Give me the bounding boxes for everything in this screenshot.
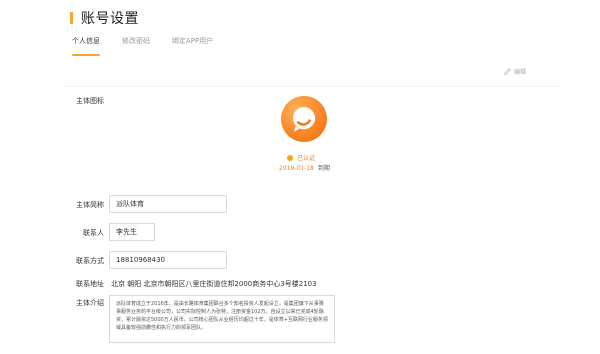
contact-field[interactable]: 李先生: [109, 223, 155, 241]
chat-bubble-logo-icon: [292, 107, 316, 132]
contact-label: 联系人: [83, 229, 104, 237]
phone-field[interactable]: 18810968430: [109, 251, 227, 269]
address-value: 北京 朝阳 北京市朝阳区八里庄街道住邦2000商务中心3号楼2103: [111, 280, 317, 288]
name-label: 主体简称: [76, 201, 104, 209]
avatar-label: 主体图标: [76, 97, 104, 105]
certification-expiry: 2019-01-18 到期: [279, 163, 330, 172]
intro-label: 主体介绍: [76, 299, 104, 307]
page-header: 账号设置: [70, 8, 139, 28]
brand-avatar: [281, 96, 327, 142]
pencil-icon: [504, 68, 511, 75]
tab-profile[interactable]: 个人信息: [72, 36, 100, 56]
tab-change-password[interactable]: 修改密码: [122, 36, 150, 56]
intro-textarea[interactable]: 派队体育成立于2016年，是由长路体育集团联合多个知名投资人发起设立，是集团旗下…: [109, 295, 335, 343]
phone-label: 联系方式: [76, 257, 104, 265]
address-label: 联系地址: [76, 280, 104, 288]
tab-bind-app-user[interactable]: 绑定APP用户: [172, 36, 213, 56]
verified-icon: [287, 154, 293, 161]
expire-date: 2019-01-18: [279, 165, 314, 172]
title-accent-bar: [70, 12, 73, 24]
name-field[interactable]: 派队体育: [109, 195, 227, 213]
page-title: 账号设置: [81, 11, 139, 27]
edit-label: 编辑: [513, 69, 526, 76]
name-value: 派队体育: [116, 200, 144, 208]
edit-button[interactable]: 编辑: [504, 67, 526, 76]
expire-suffix: 到期: [317, 165, 330, 172]
tab-divider: [64, 86, 560, 87]
tab-bar: 个人信息 修改密码 绑定APP用户: [72, 36, 235, 56]
contact-value: 李先生: [116, 228, 137, 236]
certification-status-text: 已认证: [297, 155, 316, 162]
phone-value: 18810968430: [116, 256, 165, 264]
certification-status: 已认证: [287, 153, 315, 162]
